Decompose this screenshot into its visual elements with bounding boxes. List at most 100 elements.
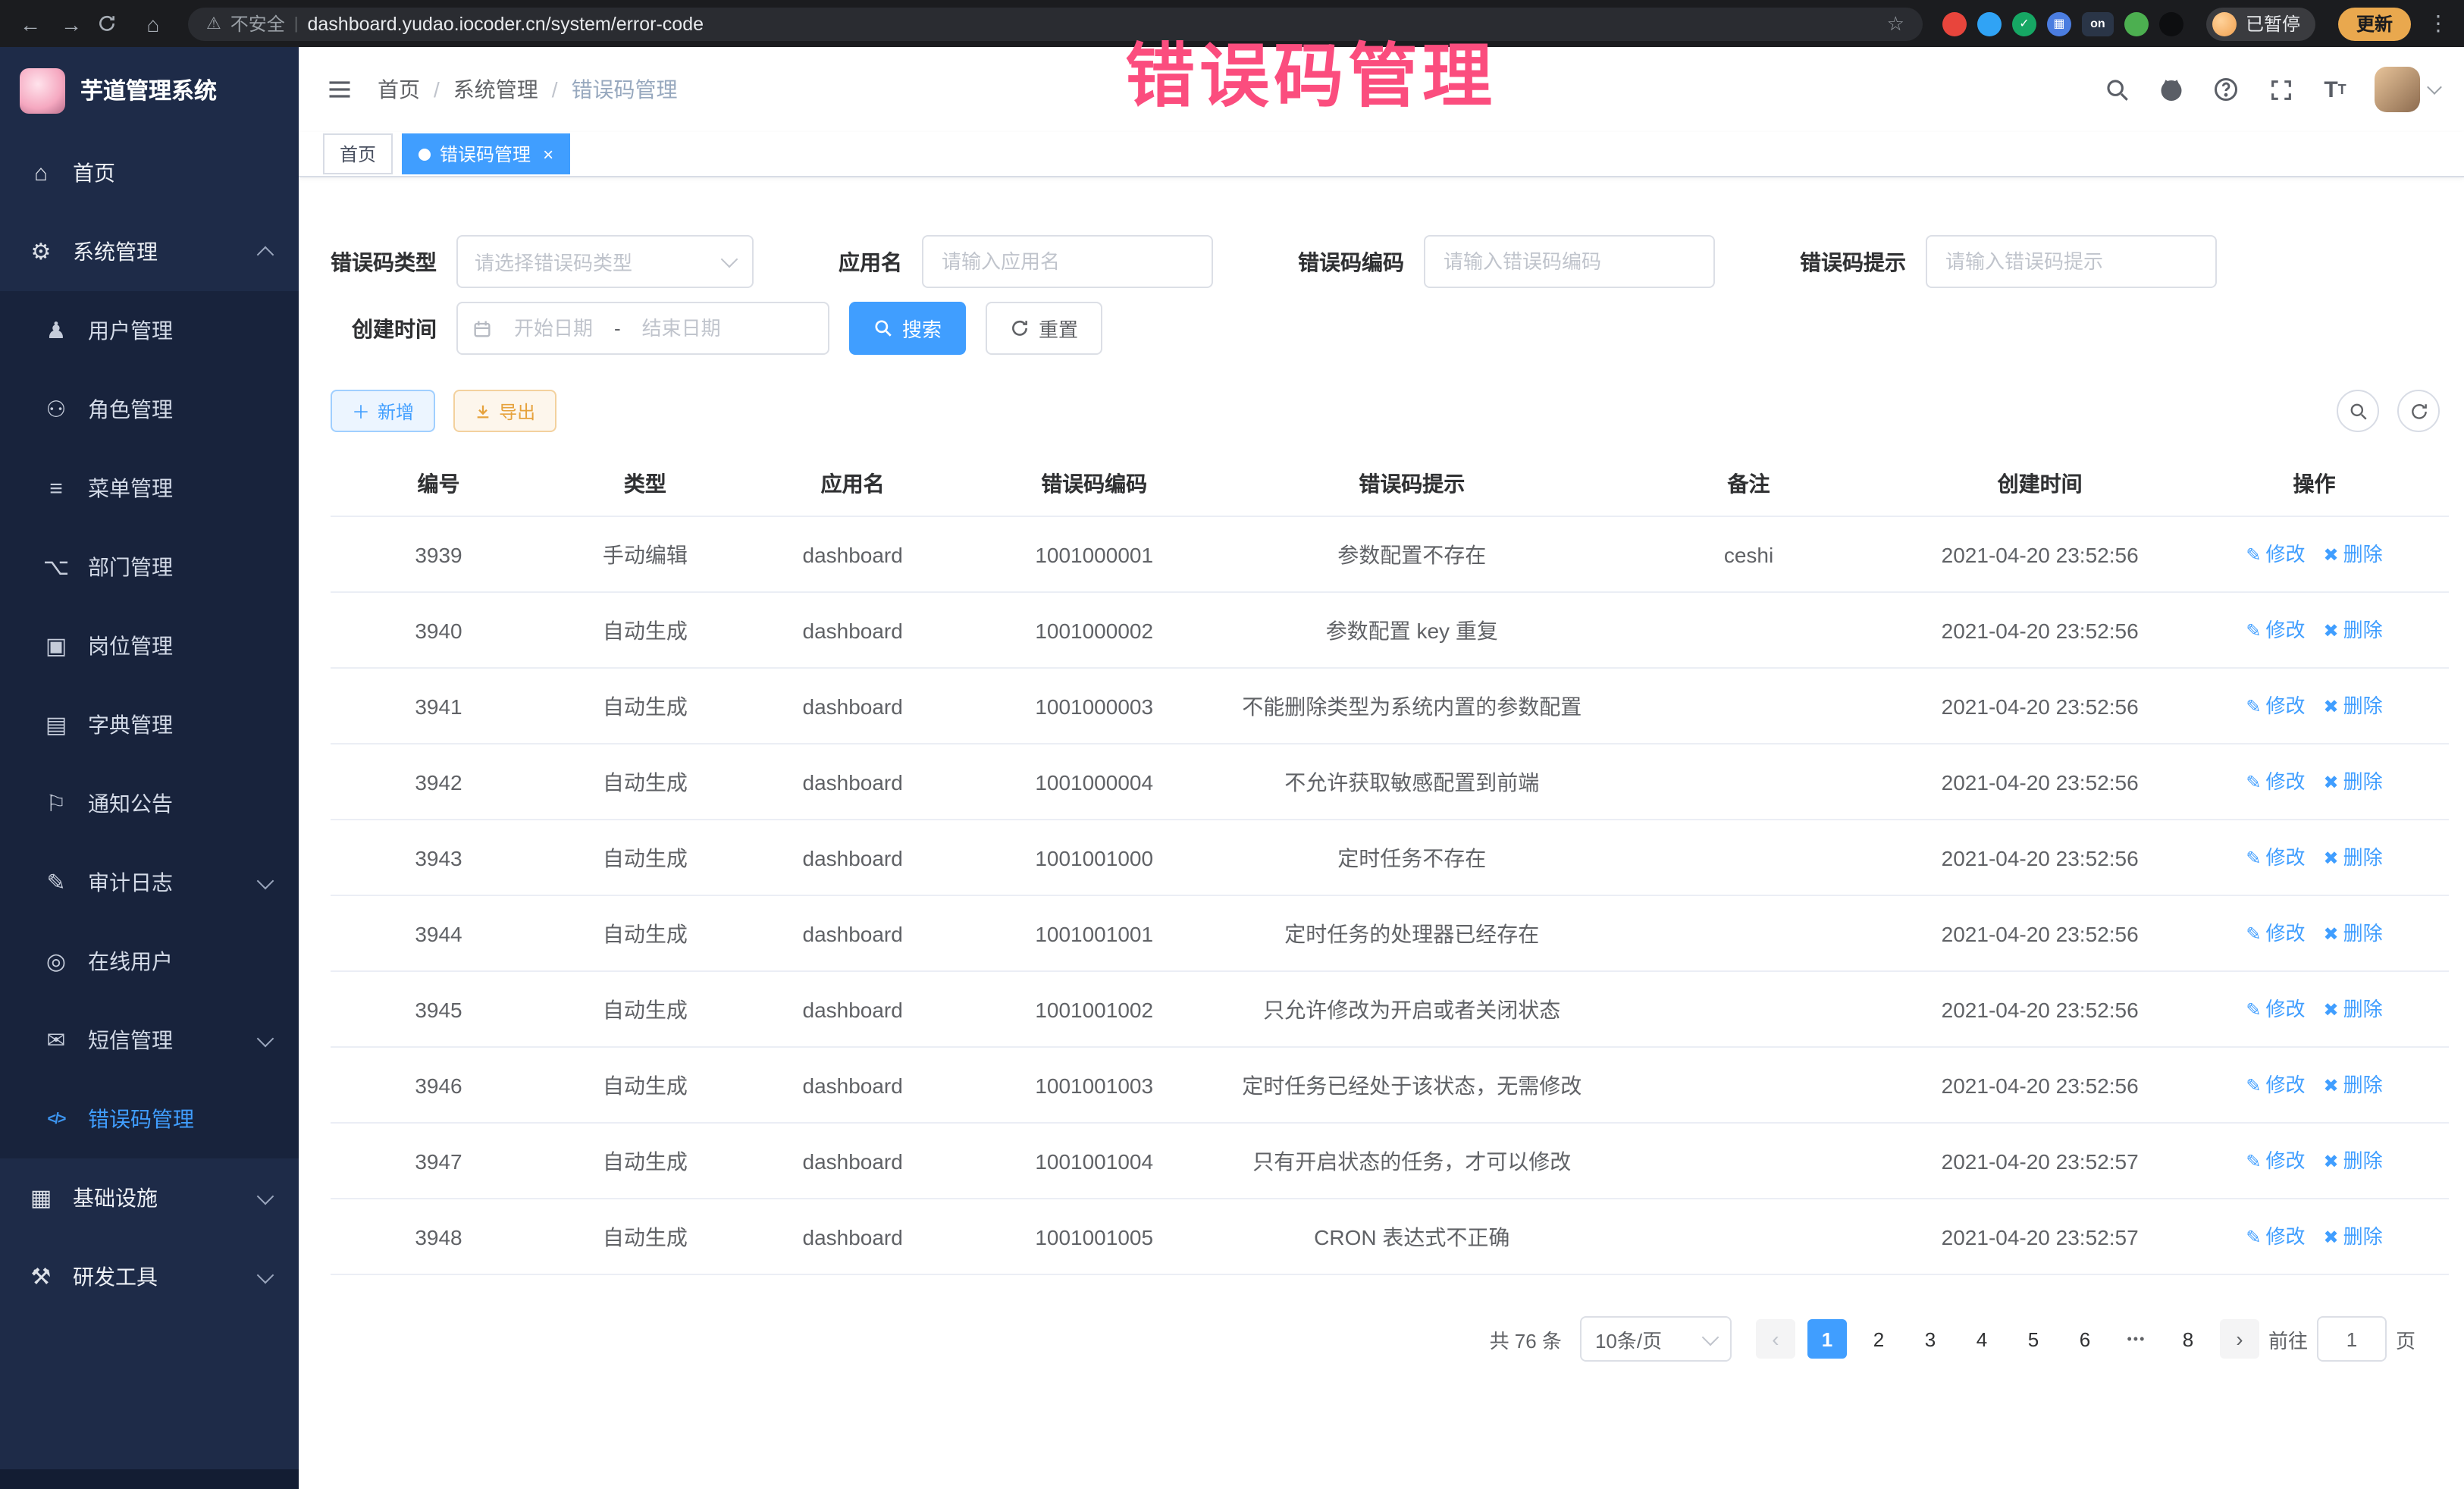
- edit-link[interactable]: ✎修改: [2246, 922, 2305, 945]
- breadcrumb-home[interactable]: 首页: [378, 74, 420, 105]
- bookmark-star-icon[interactable]: ☆: [1887, 11, 1904, 36]
- edit-link[interactable]: ✎修改: [2246, 846, 2305, 869]
- add-button[interactable]: ＋ 新增: [331, 390, 435, 432]
- sidebar-item-infra[interactable]: ▦基础设施: [0, 1158, 299, 1237]
- delete-link[interactable]: ✖删除: [2324, 1225, 2383, 1248]
- page-size-select[interactable]: 10条/页: [1580, 1316, 1732, 1362]
- error-type-select[interactable]: 请选择错误码类型: [456, 235, 754, 288]
- delete-link[interactable]: ✖删除: [2324, 770, 2383, 793]
- update-button[interactable]: 更新: [2338, 7, 2411, 40]
- sidebar-item-notice[interactable]: ⚐通知公告: [0, 764, 299, 843]
- sidebar-item-label: 字典管理: [88, 710, 271, 740]
- sidebar-item-dict[interactable]: ▤字典管理: [0, 685, 299, 764]
- page-button-2[interactable]: 2: [1859, 1319, 1898, 1359]
- page-button-5[interactable]: 5: [2014, 1319, 2053, 1359]
- edit-link[interactable]: ✎修改: [2246, 619, 2305, 641]
- page-button-1[interactable]: 1: [1807, 1319, 1847, 1359]
- browser-menu-icon[interactable]: ⋮: [2428, 11, 2449, 36]
- home-icon[interactable]: ⌂: [138, 11, 168, 36]
- edit-link[interactable]: ✎修改: [2246, 543, 2305, 566]
- sidebar-item-menu[interactable]: ≡菜单管理: [0, 449, 299, 528]
- address-bar[interactable]: ⚠ 不安全 | dashboard.yudao.iocoder.cn/syste…: [188, 7, 1923, 40]
- user-menu[interactable]: [2375, 67, 2440, 112]
- page-button-4[interactable]: 4: [1962, 1319, 2002, 1359]
- delete-link[interactable]: ✖删除: [2324, 998, 2383, 1020]
- tab-home[interactable]: 首页: [323, 133, 393, 174]
- hamburger-icon[interactable]: [323, 73, 356, 106]
- date-range-picker[interactable]: -: [456, 302, 829, 355]
- sidebar-item-system[interactable]: ⚙系统管理: [0, 212, 299, 291]
- error-msg-input[interactable]: [1926, 235, 2217, 288]
- error-code-input[interactable]: [1424, 235, 1715, 288]
- delete-link[interactable]: ✖删除: [2324, 922, 2383, 945]
- extension-leaf-icon[interactable]: [2124, 11, 2149, 36]
- cell-app: dashboard: [744, 820, 962, 895]
- goto-page-input[interactable]: [2317, 1316, 2387, 1362]
- reload-icon[interactable]: [97, 14, 127, 33]
- extension-red-icon[interactable]: [1942, 11, 1967, 36]
- app-logo[interactable]: 芋道管理系统: [0, 47, 299, 133]
- search-button[interactable]: 搜索: [849, 302, 966, 355]
- help-icon[interactable]: [2211, 74, 2241, 105]
- page-button-8[interactable]: 8: [2168, 1319, 2208, 1359]
- edit-link[interactable]: ✎修改: [2246, 1149, 2305, 1172]
- refresh-table-button[interactable]: [2397, 390, 2440, 432]
- back-icon[interactable]: ←: [15, 11, 45, 36]
- page-ellipsis[interactable]: •••: [2117, 1319, 2156, 1359]
- cell-created: 2021-04-20 23:52:56: [1900, 820, 2180, 895]
- delete-link[interactable]: ✖删除: [2324, 1149, 2383, 1172]
- start-date-input[interactable]: [500, 317, 607, 340]
- sidebar-item-online[interactable]: ◎在线用户: [0, 922, 299, 1001]
- forward-icon[interactable]: →: [56, 11, 86, 36]
- chevron-down-icon: [257, 1187, 274, 1205]
- sidebar-item-label: 审计日志: [88, 867, 241, 898]
- extension-blue-icon[interactable]: [1977, 11, 2002, 36]
- sidebar-item-home[interactable]: ⌂首页: [0, 133, 299, 212]
- search-icon[interactable]: [2102, 74, 2132, 105]
- extension-on-badge-icon[interactable]: on: [2082, 11, 2114, 36]
- extension-grid-icon[interactable]: ▦: [2047, 11, 2071, 36]
- sidebar-item-devtool[interactable]: ⚒研发工具: [0, 1237, 299, 1316]
- next-page-button[interactable]: ›: [2220, 1319, 2259, 1359]
- sidebar-item-user[interactable]: ♟用户管理: [0, 291, 299, 370]
- profile-chip[interactable]: 已暂停: [2206, 7, 2315, 40]
- cell-actions: ✎修改 ✖删除: [2180, 668, 2449, 744]
- font-size-icon[interactable]: TT: [2320, 74, 2350, 105]
- app-name-input[interactable]: [922, 235, 1213, 288]
- delete-link[interactable]: ✖删除: [2324, 846, 2383, 869]
- edit-link[interactable]: ✎修改: [2246, 694, 2305, 717]
- delete-link[interactable]: ✖删除: [2324, 694, 2383, 717]
- edit-link[interactable]: ✎修改: [2246, 998, 2305, 1020]
- show-search-button[interactable]: [2337, 390, 2379, 432]
- cell-actions: ✎修改 ✖删除: [2180, 1123, 2449, 1199]
- extension-green-check-icon[interactable]: ✓: [2012, 11, 2036, 36]
- page-button-6[interactable]: 6: [2065, 1319, 2105, 1359]
- edit-link[interactable]: ✎修改: [2246, 770, 2305, 793]
- sidebar-item-audit[interactable]: ✎审计日志: [0, 843, 299, 922]
- reset-button[interactable]: 重置: [986, 302, 1102, 355]
- end-date-input[interactable]: [629, 317, 735, 340]
- export-button[interactable]: 导出: [453, 390, 556, 432]
- delete-link[interactable]: ✖删除: [2324, 543, 2383, 566]
- tab-error-code[interactable]: 错误码管理 ×: [402, 133, 570, 174]
- user-icon: ♟: [42, 317, 70, 344]
- edit-link[interactable]: ✎修改: [2246, 1225, 2305, 1248]
- github-icon[interactable]: [2156, 74, 2187, 105]
- sidebar-item-sms[interactable]: ✉短信管理: [0, 1001, 299, 1080]
- fullscreen-icon[interactable]: [2265, 74, 2296, 105]
- sidebar-item-label: 部门管理: [88, 552, 271, 582]
- delete-link[interactable]: ✖删除: [2324, 1074, 2383, 1096]
- delete-link[interactable]: ✖删除: [2324, 619, 2383, 641]
- sidebar-item-post[interactable]: ▣岗位管理: [0, 607, 299, 685]
- goto-label: 前往: [2268, 1324, 2308, 1353]
- extension-paw-icon[interactable]: [2159, 11, 2183, 36]
- sidebar-item-role[interactable]: ⚇角色管理: [0, 370, 299, 449]
- edit-link[interactable]: ✎修改: [2246, 1074, 2305, 1096]
- close-icon[interactable]: ×: [543, 143, 553, 165]
- breadcrumb-system[interactable]: 系统管理: [453, 74, 538, 105]
- prev-page-button[interactable]: ‹: [1756, 1319, 1795, 1359]
- page-button-3[interactable]: 3: [1911, 1319, 1950, 1359]
- cell-msg: 定时任务的处理器已经存在: [1227, 895, 1597, 971]
- sidebar-item-errcode[interactable]: </>错误码管理: [0, 1080, 299, 1158]
- sidebar-item-dept[interactable]: ⌥部门管理: [0, 528, 299, 607]
